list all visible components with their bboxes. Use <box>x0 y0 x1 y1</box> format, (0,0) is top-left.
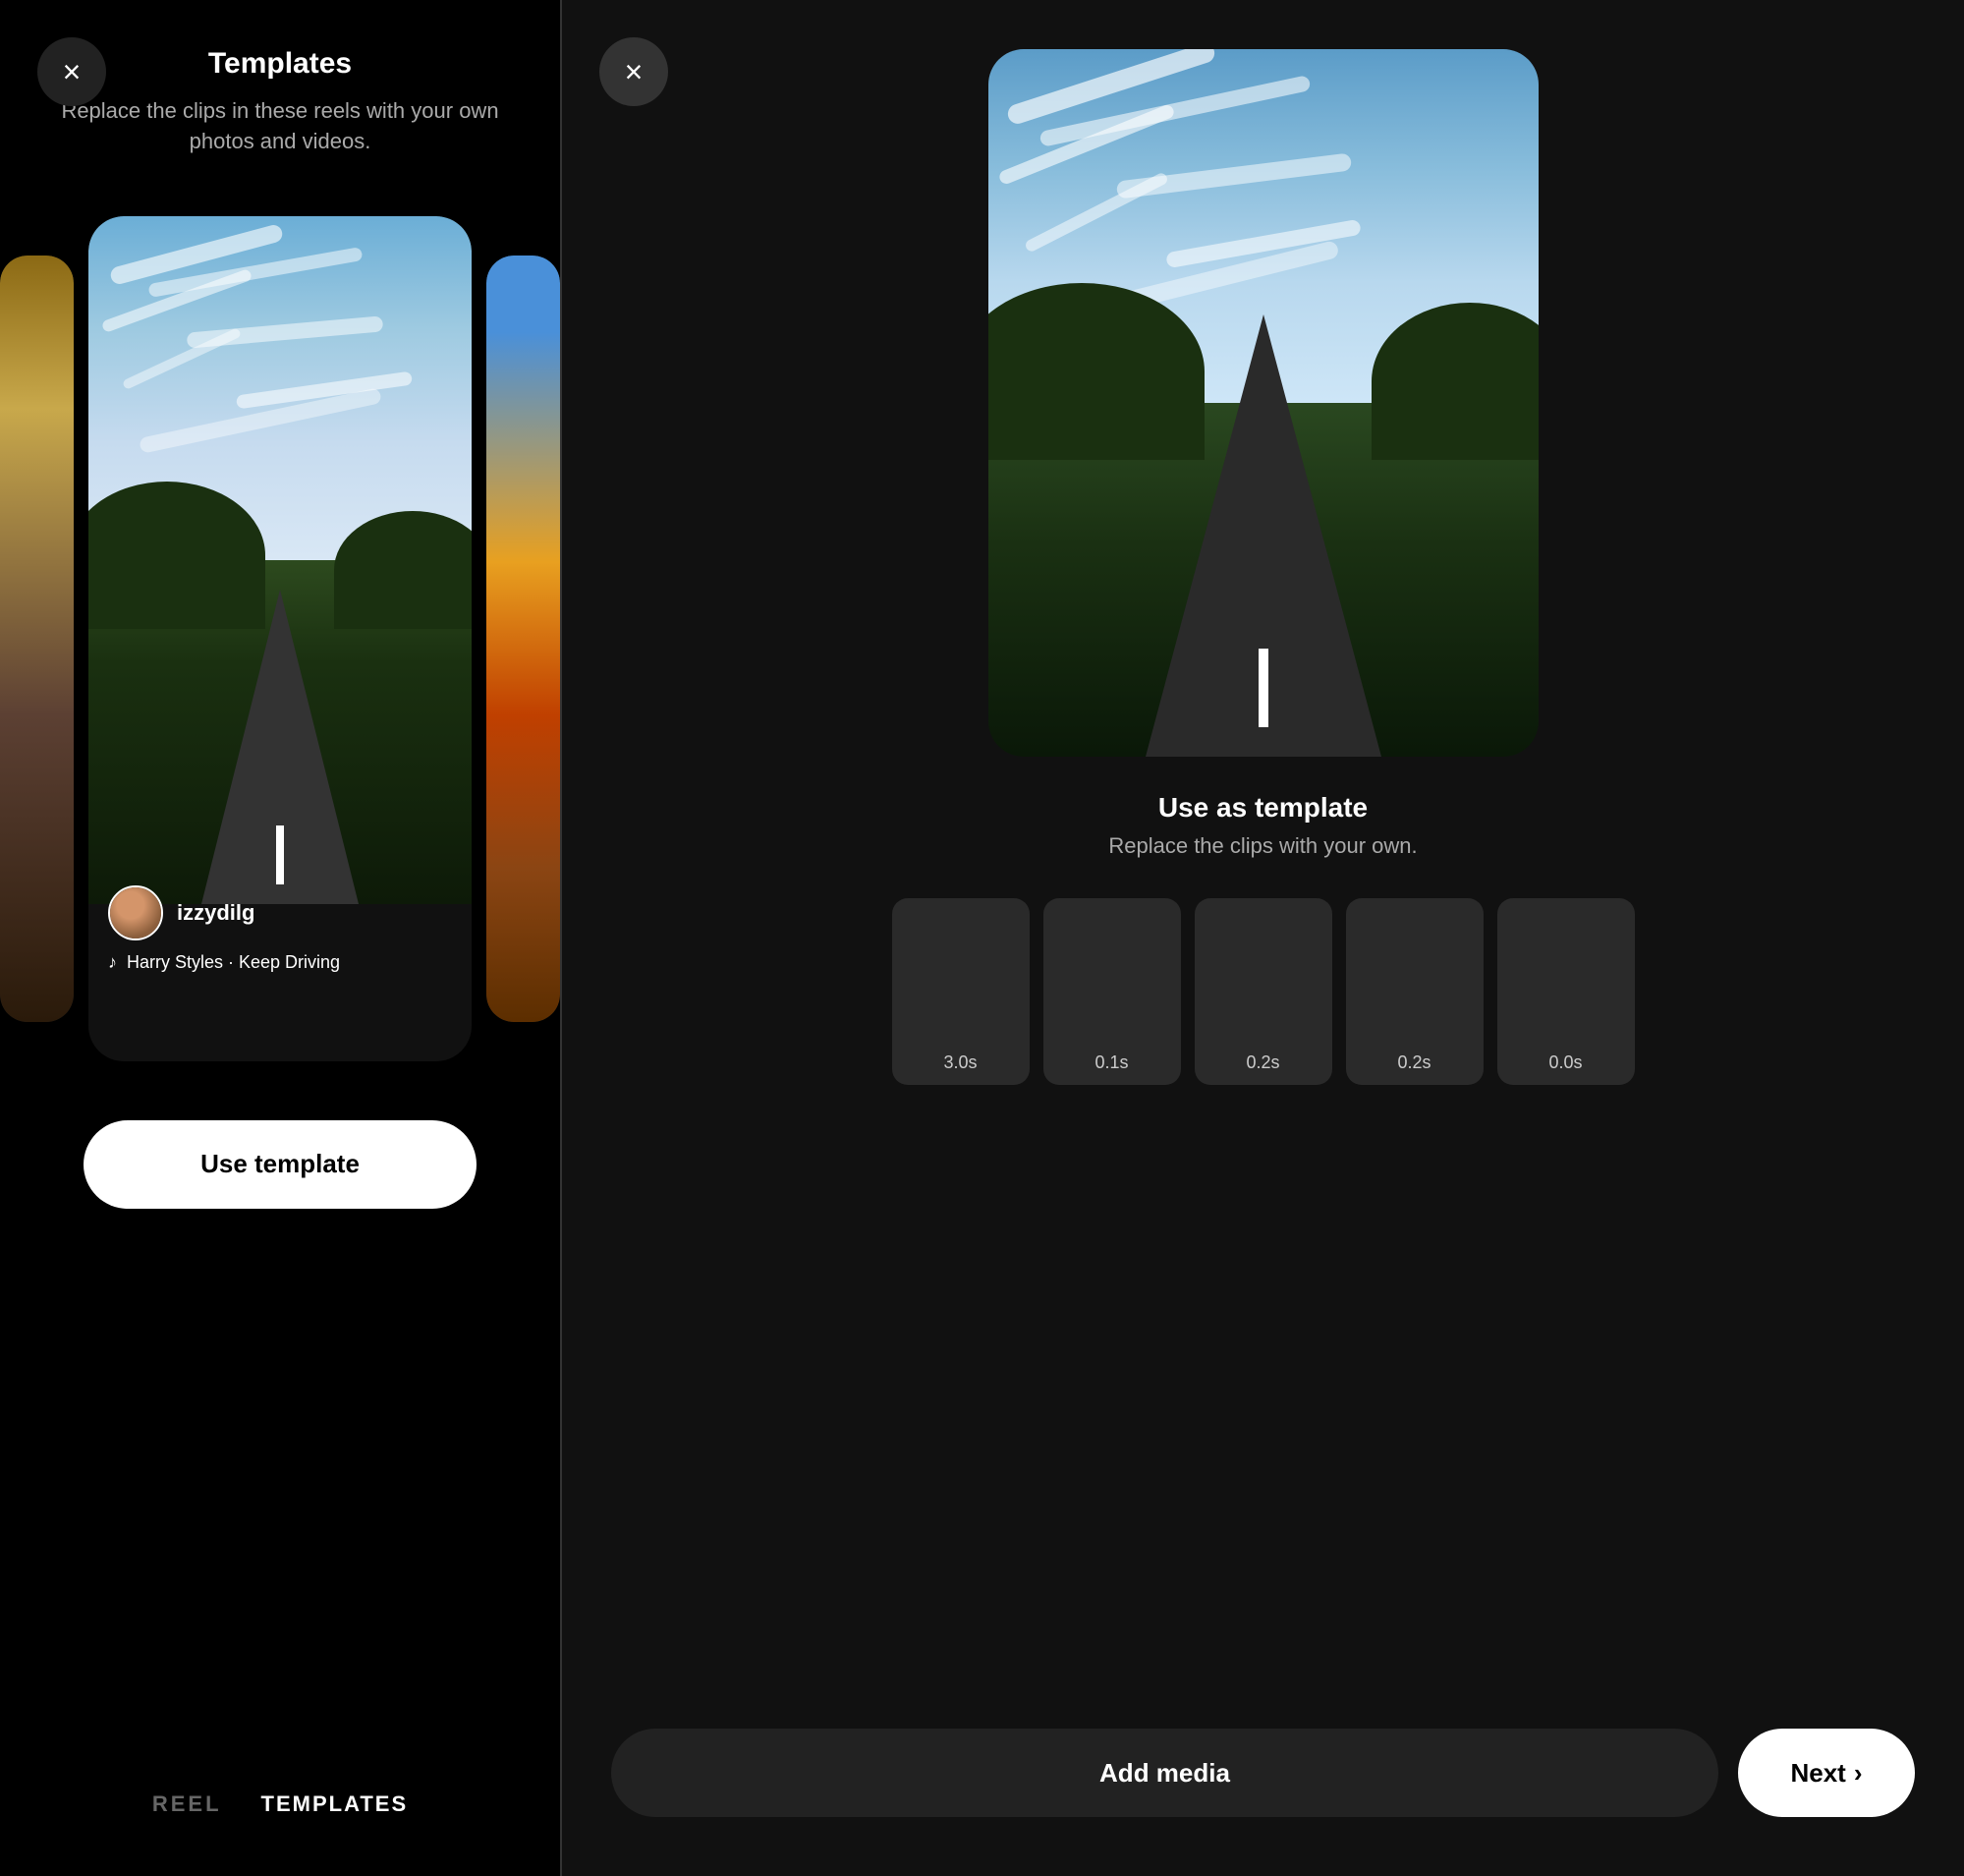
cards-row: izzydilg ♪ Harry Styles · Keep Driving <box>0 197 560 1081</box>
clip-duration-5: 0.0s <box>1548 1052 1582 1073</box>
use-as-template-title: Use as template <box>1158 792 1368 824</box>
right-panel: × Use as template Replace the clips with… <box>562 0 1964 1876</box>
clip-duration-4: 0.2s <box>1397 1052 1431 1073</box>
clip-duration-3: 0.2s <box>1246 1052 1279 1073</box>
use-as-template-subtitle: Replace the clips with your own. <box>1108 833 1417 859</box>
next-button[interactable]: Next › <box>1738 1729 1915 1817</box>
avatar-image <box>110 887 161 938</box>
preview-road-line <box>1259 649 1268 727</box>
close-button-right[interactable]: × <box>599 37 668 106</box>
tab-templates[interactable]: TEMPLATES <box>261 1791 409 1817</box>
card-right-peek[interactable] <box>486 256 560 1022</box>
preview-card <box>988 49 1539 757</box>
music-row: ♪ Harry Styles · Keep Driving <box>108 952 340 973</box>
page-title: Templates <box>208 47 352 81</box>
avatar <box>108 885 163 940</box>
card-left-peek-image <box>0 256 74 1022</box>
clip-duration-2: 0.1s <box>1094 1052 1128 1073</box>
clip-thumb-1[interactable]: 3.0s <box>892 898 1030 1085</box>
clip-thumb-2[interactable]: 0.1s <box>1043 898 1181 1085</box>
card-center-image <box>88 216 472 904</box>
use-template-button[interactable]: Use template <box>84 1120 477 1209</box>
card-center[interactable]: izzydilg ♪ Harry Styles · Keep Driving <box>88 216 472 1061</box>
tab-reel[interactable]: REEL <box>152 1791 222 1817</box>
page-subtitle: Replace the clips in these reels with yo… <box>0 96 560 157</box>
close-button-left[interactable]: × <box>37 37 106 106</box>
next-chevron-icon: › <box>1854 1758 1863 1789</box>
left-panel: × Templates Replace the clips in these r… <box>0 0 560 1876</box>
music-note-icon: ♪ <box>108 952 117 973</box>
add-media-button[interactable]: Add media <box>611 1729 1718 1817</box>
bottom-bar: Add media Next › <box>611 1729 1915 1817</box>
clip-thumb-5[interactable]: 0.0s <box>1497 898 1635 1085</box>
card-left-peek[interactable] <box>0 256 74 1022</box>
clip-thumb-3[interactable]: 0.2s <box>1195 898 1332 1085</box>
road-line <box>276 825 284 884</box>
clip-duration-1: 3.0s <box>943 1052 977 1073</box>
bottom-tabs: REEL TEMPLATES <box>152 1791 408 1817</box>
music-text: Harry Styles · Keep Driving <box>127 952 340 973</box>
clips-strip: 3.0s 0.1s 0.2s 0.2s 0.0s <box>892 898 1635 1085</box>
clip-thumb-4[interactable]: 0.2s <box>1346 898 1484 1085</box>
card-right-peek-image <box>486 256 560 1022</box>
